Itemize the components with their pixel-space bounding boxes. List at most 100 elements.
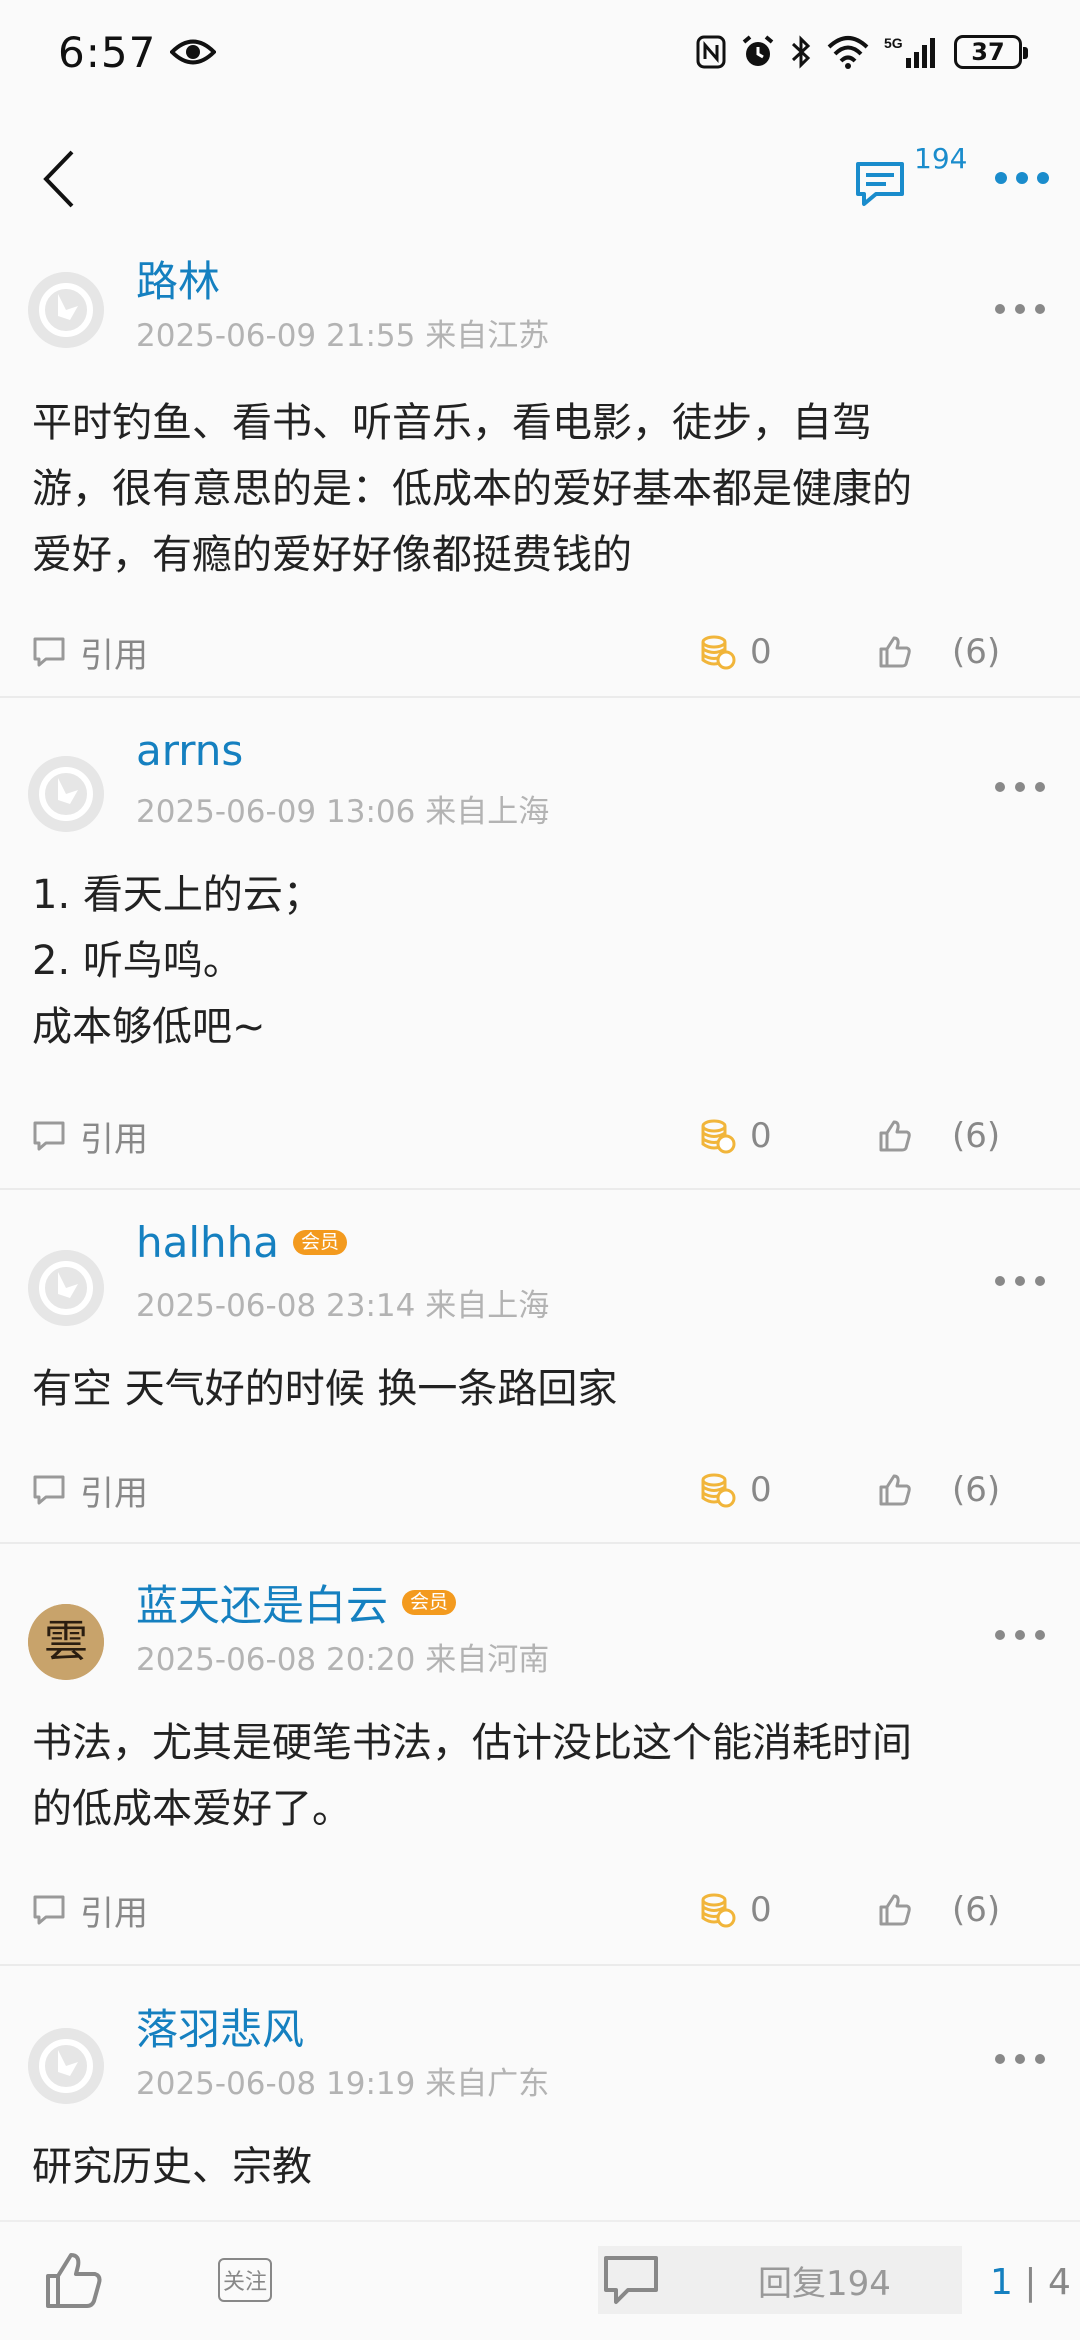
quote-button[interactable]: 引用 xyxy=(32,1886,148,1935)
quote-icon xyxy=(33,637,65,667)
quote-icon xyxy=(33,1121,65,1151)
post-actions: 引用 0 (6) xyxy=(32,1112,1040,1160)
default-avatar-icon xyxy=(28,2028,104,2104)
avatar[interactable] xyxy=(28,1250,104,1326)
author-name-text: 蓝天还是白云 xyxy=(136,1581,389,1630)
page-separator: | xyxy=(1024,2262,1037,2303)
like-button[interactable]: (6) xyxy=(878,1890,1000,1930)
vip-badge: 会员 xyxy=(293,1230,348,1255)
coin-button[interactable]: 0 xyxy=(700,1116,772,1156)
content-line: 2. 听鸟鸣。 xyxy=(32,938,243,984)
bottom-bar: 关注 回复194 1 | 4 xyxy=(0,2220,1080,2340)
author-name[interactable]: 落羽悲风 xyxy=(136,1996,304,2057)
author-name-text: 路林 xyxy=(136,257,221,306)
post-meta: 2025-06-09 13:06 来自上海 xyxy=(136,794,550,830)
post-more-button[interactable] xyxy=(994,2052,1046,2066)
author-name-text: 落羽悲风 xyxy=(136,2005,305,2054)
content-line: 的低成本爱好了。 xyxy=(32,1786,352,1832)
post-meta: 2025-06-08 23:14 来自上海 xyxy=(136,1288,550,1324)
quote-button[interactable]: 引用 xyxy=(32,1112,148,1161)
avatar[interactable] xyxy=(28,2028,104,2104)
vip-badge: 会员 xyxy=(402,1590,457,1615)
wifi-icon xyxy=(827,36,869,69)
chevron-left-icon xyxy=(43,150,74,208)
author-name-text: halhha xyxy=(136,1218,280,1267)
post-content: 书法，尤其是硬笔书法，估计没比这个能消耗时间 的低成本爱好了。 xyxy=(32,1710,1040,1842)
more-dots-icon xyxy=(995,2054,1045,2064)
post-actions: 引用 0 (6) xyxy=(32,628,1040,676)
author-name[interactable]: arrns xyxy=(136,726,243,775)
content-line: 有空 天气好的时候 换一条路回家 xyxy=(32,1366,618,1412)
status-bar: 6:57 5G 37 xyxy=(0,0,1080,104)
post-actions: 引用 0 (6) xyxy=(32,1886,1040,1934)
more-button[interactable] xyxy=(994,166,1050,190)
thumbs-up-icon xyxy=(879,636,911,668)
coin-button[interactable]: 0 xyxy=(700,1470,772,1510)
more-dots-icon xyxy=(995,782,1045,792)
content-line: 爱好，有瘾的爱好好像都挺费钱的 xyxy=(32,532,632,578)
quote-label: 引用 xyxy=(80,1473,148,1514)
like-button[interactable]: (6) xyxy=(878,632,1000,672)
reply-item: halhha 会员 2025-06-08 23:14 来自上海 有空 天气好的时… xyxy=(0,1190,1080,1544)
post-meta: 2025-06-08 19:19 来自广东 xyxy=(136,2066,550,2102)
content-line: 研究历史、宗教 xyxy=(32,2144,312,2190)
avatar[interactable]: 雲 xyxy=(28,1604,104,1680)
quote-button[interactable]: 引用 xyxy=(32,628,148,677)
comment-count: 194 xyxy=(914,142,968,175)
post-more-button[interactable] xyxy=(994,302,1046,316)
follow-button[interactable]: 关注 xyxy=(218,2258,272,2302)
post-more-button[interactable] xyxy=(994,1628,1046,1642)
like-button[interactable]: (6) xyxy=(878,1116,1000,1156)
post-content: 有空 天气好的时候 换一条路回家 xyxy=(32,1356,1040,1422)
like-count: (6) xyxy=(952,1116,1001,1156)
page-total: 4 xyxy=(1047,2262,1071,2303)
back-button[interactable] xyxy=(38,146,86,212)
reply-input[interactable]: 回复194 xyxy=(598,2246,962,2314)
reply-item: 落羽悲风 2025-06-08 19:19 来自广东 研究历史、宗教 xyxy=(0,1966,1080,2220)
like-count: (6) xyxy=(952,1470,1001,1510)
eye-icon xyxy=(170,39,217,65)
more-dots-icon xyxy=(995,172,1049,184)
quote-label: 引用 xyxy=(80,1119,148,1160)
author-name[interactable]: halhha 会员 xyxy=(136,1218,348,1267)
default-avatar-icon xyxy=(28,272,104,348)
reply-list: 路林 2025-06-09 21:55 来自江苏 平时钓鱼、看书、听音乐，看电影… xyxy=(0,246,1080,2220)
quote-label: 引用 xyxy=(80,1893,148,1934)
avatar[interactable] xyxy=(28,756,104,832)
comment-count-button[interactable]: 194 xyxy=(854,142,974,214)
coin-icon xyxy=(701,1893,736,1928)
author-name[interactable]: 蓝天还是白云 会员 xyxy=(136,1572,457,1633)
author-name-text: arrns xyxy=(136,726,244,775)
default-avatar-icon xyxy=(28,1250,104,1326)
post-content: 研究历史、宗教 xyxy=(32,2134,1040,2200)
avatar[interactable] xyxy=(28,272,104,348)
battery-icon: 37 xyxy=(954,35,1028,69)
post-content: 1. 看天上的云； 2. 听鸟鸣。 成本够低吧~ xyxy=(32,862,1040,1060)
author-name[interactable]: 路林 xyxy=(136,248,220,309)
post-more-button[interactable] xyxy=(994,1274,1046,1288)
post-meta: 2025-06-09 21:55 来自江苏 xyxy=(136,318,550,354)
reply-placeholder: 回复194 xyxy=(758,2263,891,2304)
like-button[interactable]: (6) xyxy=(878,1470,1000,1510)
reply-item: 雲 蓝天还是白云 会员 2025-06-08 20:20 来自河南 书法，尤其是… xyxy=(0,1544,1080,1966)
quote-icon xyxy=(33,1895,65,1925)
coin-button[interactable]: 0 xyxy=(700,632,772,672)
thumbs-up-icon xyxy=(879,1120,911,1152)
5g-signal-icon: 5G xyxy=(884,35,935,68)
content-line: 成本够低吧~ xyxy=(32,1004,266,1050)
post-more-button[interactable] xyxy=(994,780,1046,794)
coin-button[interactable]: 0 xyxy=(700,1890,772,1930)
content-line: 游，很有意思的是：低成本的爱好基本都是健康的 xyxy=(32,466,912,512)
post-meta: 2025-06-08 20:20 来自河南 xyxy=(136,1642,550,1678)
coin-icon xyxy=(701,1119,736,1154)
coin-icon xyxy=(701,1473,736,1508)
content-line: 平时钓鱼、看书、听音乐，看电影，徒步，自驾 xyxy=(32,400,872,446)
more-dots-icon xyxy=(995,304,1045,314)
like-thread-button[interactable] xyxy=(44,2250,104,2310)
nfc-icon xyxy=(696,35,726,69)
page-indicator[interactable]: 1 | 4 xyxy=(990,2262,1071,2303)
quote-button[interactable]: 引用 xyxy=(32,1466,148,1515)
coin-count: 0 xyxy=(750,1116,772,1156)
alarm-icon xyxy=(742,35,774,66)
follow-label: 关注 xyxy=(222,2270,267,2295)
